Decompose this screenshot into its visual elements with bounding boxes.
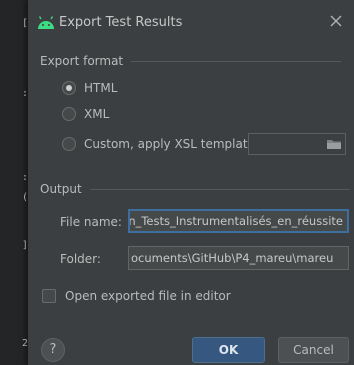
editor-glyph: [ (22, 18, 29, 29)
ok-button[interactable]: OK (192, 337, 265, 363)
radio-label-html: HTML (84, 81, 118, 95)
section-divider (89, 188, 350, 190)
ide-background-edge: [ : : ( ] 2 (0, 0, 28, 365)
radio-option-xml[interactable]: XML (62, 107, 109, 121)
xml-radio-button[interactable] (62, 107, 76, 121)
editor-glyph: ] (22, 240, 29, 251)
open-in-editor-option[interactable]: Open exported file in editor (42, 289, 231, 303)
export-format-section-header: Export format (40, 54, 342, 68)
file-name-input[interactable]: ution_Tests_Instrumentalisés_en_réussite (128, 209, 349, 233)
radio-label-xml: XML (84, 107, 110, 121)
help-button[interactable]: ? (41, 338, 65, 362)
open-in-editor-checkbox[interactable] (42, 289, 56, 303)
editor-glyph: : (22, 88, 29, 99)
editor-glyph: : (22, 172, 29, 183)
output-section-header: Output (40, 182, 350, 196)
export-test-results-dialog: Export Test Results Export format HTML X… (28, 0, 354, 365)
folder-input[interactable]: ocuments\GitHub\P4_mareu\mareu (128, 246, 349, 270)
output-label: Output (40, 182, 82, 196)
cancel-button[interactable]: Cancel (278, 337, 349, 363)
browse-folder-icon[interactable] (325, 136, 343, 152)
html-radio-button[interactable] (62, 81, 76, 95)
folder-value: ocuments\GitHub\P4_mareu\mareu (131, 251, 334, 265)
file-name-label: File name: (60, 215, 122, 229)
android-icon (38, 16, 54, 29)
custom-xsl-radio-button[interactable] (62, 137, 76, 151)
dialog-titlebar[interactable]: Export Test Results (28, 0, 354, 46)
close-icon[interactable] (328, 13, 344, 29)
section-divider (131, 60, 342, 62)
open-in-editor-label: Open exported file in editor (65, 289, 231, 303)
radio-option-custom-xsl[interactable]: Custom, apply XSL template: (62, 137, 259, 151)
folder-label: Folder: (60, 252, 101, 266)
radio-option-html[interactable]: HTML (62, 81, 117, 95)
export-format-label: Export format (40, 54, 124, 68)
radio-label-custom-xsl: Custom, apply XSL template: (84, 137, 259, 151)
dialog-title: Export Test Results (59, 15, 183, 30)
xsl-template-field[interactable] (248, 133, 346, 155)
editor-glyph: ( (22, 192, 29, 203)
editor-glyph: 2 (22, 338, 29, 349)
file-name-value: ution_Tests_Instrumentalisés_en_réussite (128, 214, 343, 228)
